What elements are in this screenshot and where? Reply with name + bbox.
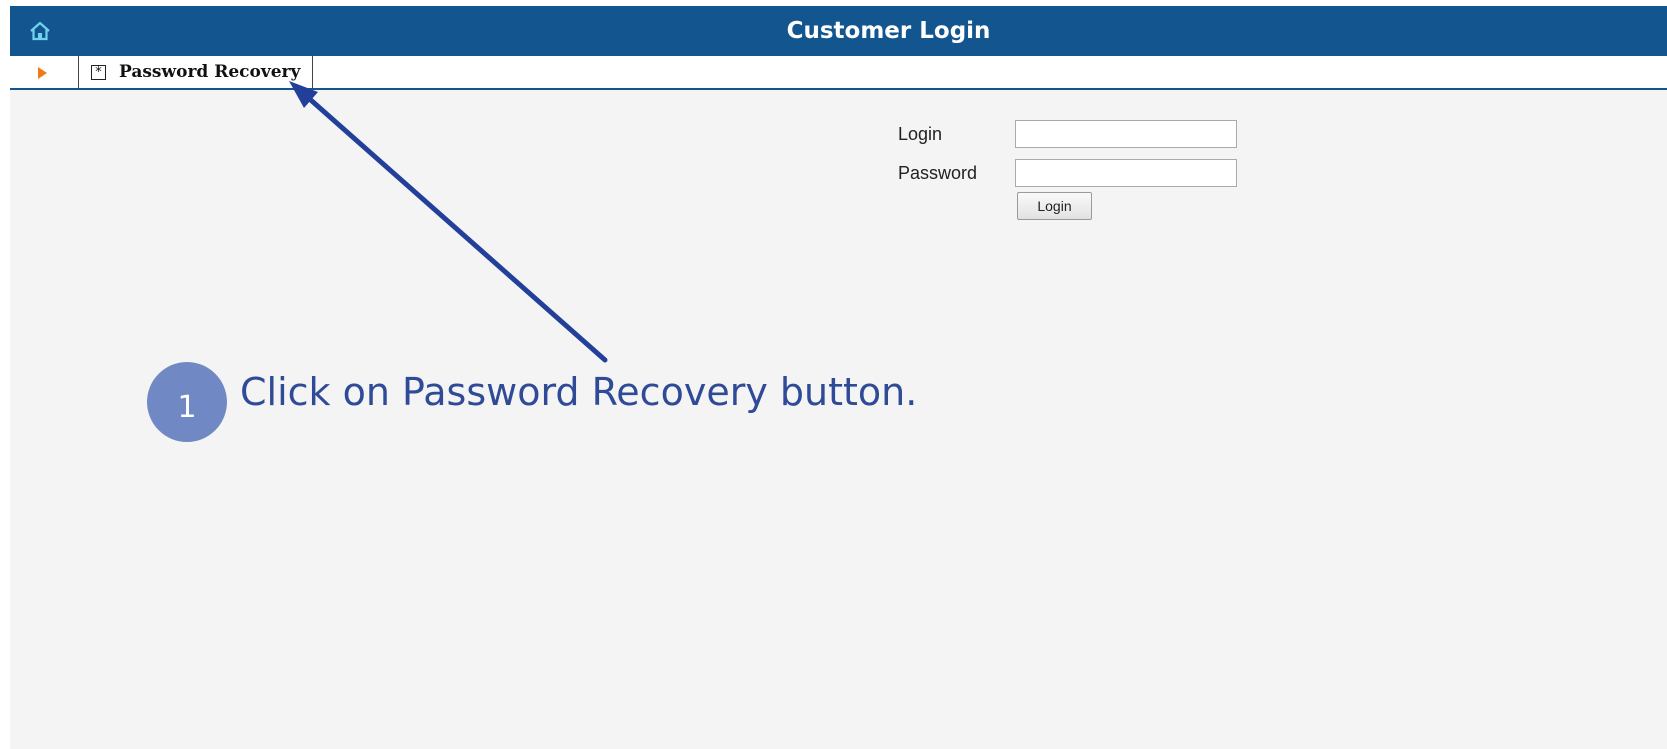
password-recovery-button[interactable]: * Password Recovery	[78, 56, 314, 88]
app-frame: Customer Login * Password Recovery	[10, 6, 1667, 749]
password-row: Password	[898, 159, 1258, 189]
password-input[interactable]	[1015, 159, 1237, 187]
login-row: Login	[898, 120, 1258, 150]
asterisk-box-icon: *	[91, 64, 106, 80]
login-button[interactable]: Login	[1017, 192, 1092, 220]
toolbar: * Password Recovery	[10, 56, 1667, 90]
login-input[interactable]	[1015, 120, 1237, 148]
password-recovery-label: Password Recovery	[119, 62, 301, 82]
login-label: Login	[898, 124, 943, 144]
password-label: Password	[898, 163, 978, 183]
title-bar: Customer Login	[10, 6, 1667, 56]
triangle-right-icon[interactable]	[38, 67, 47, 79]
page-title: Customer Login	[786, 18, 991, 44]
